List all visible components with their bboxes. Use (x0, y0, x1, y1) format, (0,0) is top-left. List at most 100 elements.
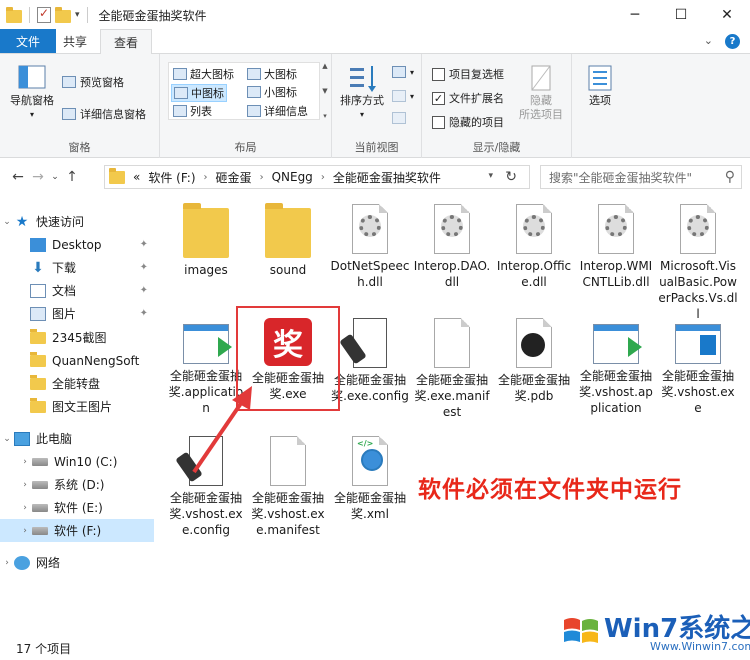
layout-extra-large-icons[interactable]: 超大图标 (173, 66, 234, 82)
file-item[interactable]: Interop.DAO.dll (412, 204, 492, 290)
properties-icon[interactable] (37, 6, 51, 23)
expand-gallery-icon[interactable]: ▾ (323, 112, 327, 120)
nav-recent-folder[interactable]: 图文王图片 (0, 395, 154, 418)
nav-this-pc[interactable]: ⌄ 此电脑 (0, 427, 154, 450)
nav-drive-d[interactable]: › 系统 (D:) (0, 473, 154, 496)
nav-network[interactable]: › 网络 (0, 551, 154, 574)
nav-quick-access[interactable]: ⌄ ★ 快速访问 (0, 210, 154, 233)
group-by-button[interactable]: ▾ (392, 66, 414, 78)
breadcrumb-zajindan[interactable]: 砸金蛋 (216, 169, 252, 186)
layout-small-icons[interactable]: 小图标 (247, 84, 297, 100)
help-icon[interactable]: ? (725, 34, 740, 49)
collapse-ribbon-icon[interactable]: ⌄ (704, 34, 713, 49)
breadcrumb-qnegg[interactable]: QNEgg (272, 170, 313, 184)
breadcrumb-separator-icon[interactable]: › (260, 172, 264, 183)
tab-share[interactable]: 共享 (50, 29, 100, 53)
pin-icon[interactable]: ✦ (140, 285, 148, 296)
back-icon[interactable]: ← (8, 169, 28, 185)
nav-drive-e[interactable]: › 软件 (E:) (0, 496, 154, 519)
pin-icon[interactable]: ✦ (140, 262, 148, 273)
size-columns-button[interactable] (392, 112, 406, 124)
nav-recent-folder[interactable]: 全能转盘 (0, 372, 154, 395)
file-extensions-toggle[interactable]: ✓ 文件扩展名 (432, 90, 504, 106)
layout-medium-icons[interactable]: 中图标 (171, 84, 227, 102)
tab-view[interactable]: 查看 (100, 29, 153, 54)
file-item[interactable]: Interop.WMICNTLLib.dll (576, 204, 656, 290)
nav-downloads[interactable]: ⬇ 下载 ✦ (0, 256, 154, 279)
nav-recent-folder[interactable]: QuanNengSoft (0, 349, 154, 372)
new-folder-icon[interactable] (55, 6, 71, 23)
tab-file[interactable]: 文件 (0, 29, 56, 53)
file-item[interactable]: sound (248, 203, 328, 278)
customize-toolbar-icon[interactable]: ▾ (75, 10, 80, 20)
details-pane-icon (62, 108, 76, 120)
layout-list[interactable]: 列表 (173, 103, 212, 119)
file-item[interactable]: images (166, 203, 246, 278)
forward-icon[interactable]: → (28, 169, 48, 185)
address-bar[interactable]: « 软件 (F:) › 砸金蛋 › QNEgg › 全能砸金蛋抽奖软件 ▾ ↻ (104, 165, 530, 189)
breadcrumb-drive[interactable]: 软件 (F:) (148, 169, 195, 186)
hidden-items-toggle[interactable]: 隐藏的项目 (432, 114, 504, 130)
nav-documents[interactable]: 文档 ✦ (0, 279, 154, 302)
sort-by-button[interactable]: 排序方式 ▾ (338, 64, 386, 122)
expand-icon[interactable]: › (18, 457, 32, 467)
minimize-button[interactable]: ─ (612, 0, 658, 30)
expand-icon[interactable]: › (0, 558, 14, 568)
hide-selected-button[interactable]: 隐藏 所选项目 (514, 64, 568, 122)
breadcrumb-current[interactable]: 全能砸金蛋抽奖软件 (333, 169, 441, 186)
nav-desktop[interactable]: Desktop ✦ (0, 233, 154, 256)
recent-locations-icon[interactable]: ⌄ (48, 172, 62, 182)
gear-icon (687, 215, 709, 237)
search-box[interactable]: 搜索"全能砸金蛋抽奖软件" ⚲ (540, 165, 742, 189)
nav-drive-f[interactable]: › 软件 (F:) (0, 519, 154, 542)
up-icon[interactable]: ↑ (62, 169, 82, 185)
expand-icon[interactable]: ⌄ (0, 217, 14, 227)
refresh-icon[interactable]: ↻ (505, 169, 517, 185)
nav-pane-button[interactable]: 导航窗格 ▾ (6, 64, 58, 122)
scroll-down-icon[interactable]: ▼ (322, 87, 327, 95)
file-item[interactable]: 全能砸金蛋抽奖.vshost.exe (658, 318, 738, 416)
options-button[interactable]: 选项 (580, 64, 620, 108)
nav-quick-access-label: 快速访问 (36, 215, 85, 229)
expand-icon[interactable]: › (18, 480, 32, 490)
file-item[interactable]: 全能砸金蛋抽奖.exe.config (330, 318, 410, 404)
close-button[interactable]: ✕ (704, 0, 750, 30)
add-columns-button[interactable]: ▾ (392, 90, 414, 102)
item-checkboxes-toggle[interactable]: 项目复选框 (432, 66, 504, 82)
file-item[interactable]: Interop.Office.dll (494, 204, 574, 290)
file-item[interactable]: Microsoft.VisualBasic.PowerPacks.Vs.dll (658, 204, 738, 322)
ribbon: 导航窗格 ▾ 预览窗格 详细信息窗格 窗格 布局 超大图标 大图标 中图标 小图… (0, 54, 750, 158)
divider (86, 7, 88, 23)
file-item[interactable]: 全能砸金蛋抽奖.vshost.application (576, 318, 656, 416)
expand-icon[interactable]: › (18, 526, 32, 536)
address-history-icon[interactable]: ▾ (488, 171, 493, 181)
expand-icon[interactable]: ⌄ (0, 434, 14, 444)
expand-icon[interactable]: › (18, 503, 32, 513)
file-item[interactable]: 全能砸金蛋抽奖.exe.manifest (412, 318, 492, 420)
scroll-up-icon[interactable]: ▲ (322, 62, 327, 70)
file-item[interactable]: 全能砸金蛋抽奖.pdb (494, 318, 574, 404)
nav-drive-c[interactable]: › Win10 (C:) (0, 450, 154, 473)
layout-details[interactable]: 详细信息 (247, 103, 308, 119)
details-pane-button[interactable]: 详细信息窗格 (62, 106, 146, 122)
hidden-items-checkbox[interactable] (432, 115, 445, 129)
file-item[interactable]: DotNetSpeech.dll (330, 204, 410, 290)
file-name: 全能砸金蛋抽奖.vshost.application (579, 369, 653, 415)
nav-pictures[interactable]: 图片 ✦ (0, 302, 154, 325)
preview-pane-button[interactable]: 预览窗格 (62, 74, 124, 90)
breadcrumb-separator-icon[interactable]: › (204, 172, 208, 183)
pin-icon[interactable]: ✦ (140, 308, 148, 319)
file-extensions-checkbox[interactable]: ✓ (432, 91, 445, 105)
pin-icon[interactable]: ✦ (140, 239, 148, 250)
file-item[interactable]: </> 全能砸金蛋抽奖.xml (330, 436, 410, 522)
breadcrumb-overflow[interactable]: « (133, 170, 140, 184)
nav-recent-folder[interactable]: 2345截图 (0, 326, 154, 349)
breadcrumb-separator-icon[interactable]: › (321, 172, 325, 183)
layout-gallery-scroll[interactable]: ▲ ▼ ▾ (320, 62, 330, 120)
layout-large-icons[interactable]: 大图标 (247, 66, 297, 82)
show-hide-group-label: 显示/隐藏 (472, 141, 521, 154)
maximize-button[interactable]: ☐ (658, 0, 704, 30)
file-name: 全能砸金蛋抽奖.vshost.exe.manifest (251, 491, 325, 537)
search-icon[interactable]: ⚲ (725, 169, 735, 185)
item-checkboxes-checkbox[interactable] (432, 67, 445, 81)
